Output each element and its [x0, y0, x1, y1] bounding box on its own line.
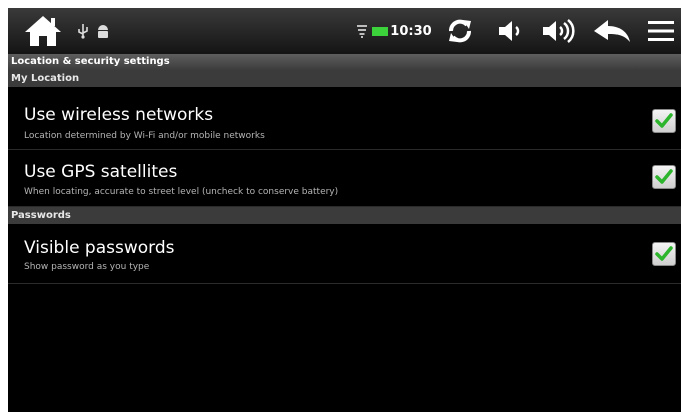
- status-bar: 10:30: [8, 8, 681, 54]
- gps-satellites-checkbox[interactable]: [652, 165, 676, 189]
- wifi-icon: [356, 24, 368, 38]
- pref-summary: When locating, accurate to street level …: [24, 187, 339, 197]
- battery-icon: [372, 27, 388, 36]
- home-icon[interactable]: [22, 13, 64, 49]
- usb-icon: [76, 23, 90, 39]
- pref-use-gps-satellites[interactable]: Use GPS satellites When locating, accura…: [8, 150, 681, 207]
- page-title: Location & security settings: [8, 54, 681, 70]
- volume-down-icon[interactable]: [494, 16, 526, 46]
- pref-title: Use GPS satellites: [24, 162, 178, 182]
- menu-icon[interactable]: [646, 16, 676, 46]
- pref-title: Visible passwords: [24, 238, 175, 258]
- sync-icon[interactable]: [443, 16, 477, 46]
- android-debug-icon: [96, 23, 110, 39]
- clock: 10:30: [390, 23, 432, 39]
- android-screen: 10:30 Location & security settings My Lo…: [8, 8, 681, 412]
- pref-summary: Show password as you type: [24, 262, 150, 272]
- back-arrow-icon[interactable]: [591, 16, 633, 46]
- pref-title: Use wireless networks: [24, 105, 214, 125]
- check-icon: [655, 169, 673, 184]
- pref-visible-passwords[interactable]: Visible passwords Show password as you t…: [8, 224, 681, 284]
- visible-passwords-checkbox[interactable]: [652, 242, 676, 266]
- check-icon: [655, 246, 673, 261]
- section-header-passwords: Passwords: [8, 207, 681, 224]
- check-icon: [655, 113, 673, 128]
- section-header-my-location: My Location: [8, 70, 681, 87]
- wireless-networks-checkbox[interactable]: [652, 109, 676, 133]
- pref-summary: Location determined by Wi-Fi and/or mobi…: [24, 131, 265, 141]
- volume-up-icon[interactable]: [538, 16, 578, 46]
- pref-use-wireless-networks[interactable]: Use wireless networks Location determine…: [8, 87, 681, 150]
